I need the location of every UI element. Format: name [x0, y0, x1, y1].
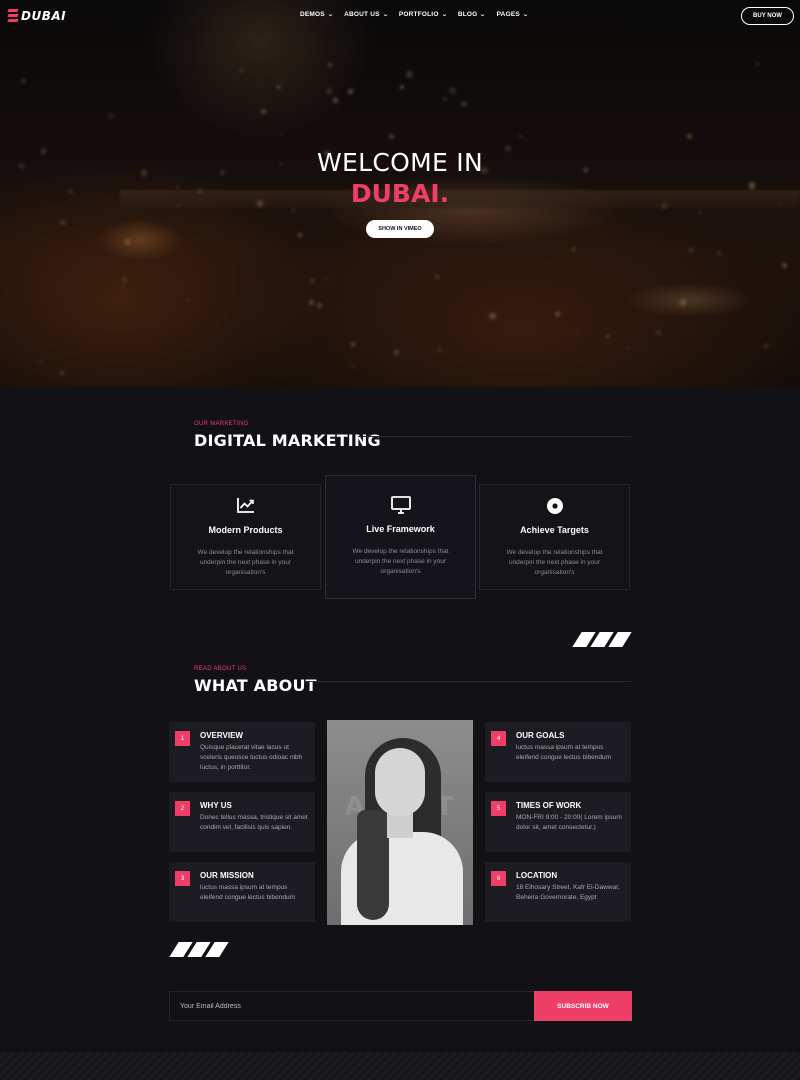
service-card-modern-products[interactable]: Modern Products We develop the relations…: [170, 484, 321, 590]
chevron-down-icon: ⌄: [479, 12, 487, 18]
buy-now-button[interactable]: BUY NOW: [741, 7, 794, 25]
card-number-badge: 2: [175, 801, 190, 816]
card-description: Donec tellus massa, tristique sit amet c…: [200, 814, 308, 831]
marketing-title-rule: [358, 436, 631, 437]
footer-pattern-band: [0, 1052, 800, 1080]
about-card-why-us: 2 WHY US Donec tellus massa, tristique s…: [169, 792, 315, 852]
chevron-down-icon: ⌄: [327, 12, 334, 18]
service-card-achieve-targets[interactable]: Achieve Targets We develop the relations…: [479, 484, 630, 590]
decorative-stripes: [169, 942, 229, 957]
card-title: TIMES OF WORK: [516, 801, 582, 810]
menu-item-about-us[interactable]: ABOUT US ⌄: [344, 11, 388, 18]
card-title: OUR MISSION: [200, 871, 254, 880]
service-description: We develop the relationships that underp…: [506, 549, 603, 576]
card-number-badge: 1: [175, 731, 190, 746]
about-card-our-mission: 3 OUR MISSION luctus massa ipsum at temp…: [169, 862, 315, 922]
about-card-our-goals: 4 OUR GOALS luctus massa ipsum at tempus…: [485, 722, 631, 782]
menu-item-portfolio[interactable]: PORTFOLIO ⌄: [399, 11, 447, 18]
card-description: MON-FRI 9:00 - 20:00( Lorem ipsum dolor …: [516, 814, 622, 831]
card-number-badge: 6: [491, 871, 506, 886]
about-card-times-of-work: 5 TIMES OF WORK MON-FRI 9:00 - 20:00( Lo…: [485, 792, 631, 852]
menu-item-blog[interactable]: BLOG ⌄: [458, 11, 486, 18]
top-navigation: DUBAI DEMOS ⌄ ABOUT US ⌄ PORTFOLIO ⌄ BLO…: [0, 0, 800, 32]
menu-item-pages[interactable]: PAGES ⌄: [497, 11, 529, 18]
about-eyebrow: READ ABOUT US: [194, 666, 247, 672]
target-icon: [480, 497, 629, 515]
hero-accent-title: DUBAI.: [350, 179, 450, 208]
subscribe-form: SUBSCRIB NOW: [169, 991, 632, 1021]
show-in-vimeo-button[interactable]: SHOW IN VIMEO: [366, 220, 434, 238]
card-number-badge: 5: [491, 801, 506, 816]
subscribe-button[interactable]: SUBSCRIB NOW: [534, 991, 632, 1021]
card-title: OUR GOALS: [516, 731, 565, 740]
chevron-down-icon: ⌄: [522, 12, 529, 18]
menu-item-label: PORTFOLIO: [398, 11, 439, 18]
card-title: WHY US: [200, 801, 232, 810]
service-card-live-framework[interactable]: Live Framework We develop the relationsh…: [325, 475, 476, 599]
about-card-overview: 1 OVERVIEW Quisque placerat vitae lacus …: [169, 722, 315, 782]
logo-stripes-icon: [7, 9, 19, 23]
card-number-badge: 4: [491, 731, 506, 746]
about-card-location: 6 LOCATION 18 Elhosary Street, Kafr El-D…: [485, 862, 631, 922]
portrait-face: [375, 748, 425, 816]
hero-title: WELCOME IN: [317, 148, 483, 177]
menu-item-label: PAGES: [496, 11, 520, 18]
chevron-down-icon: ⌄: [440, 12, 448, 18]
portrait-hair-side: [357, 810, 389, 920]
team-portrait-image: ABOUT: [327, 720, 473, 925]
chevron-down-icon: ⌄: [381, 12, 389, 18]
card-description: luctus massa ipsum at tempus eleifend co…: [516, 744, 612, 761]
chart-line-icon: [171, 497, 320, 515]
card-title: OVERVIEW: [200, 731, 243, 740]
card-title: LOCATION: [516, 871, 558, 880]
brand-logo[interactable]: DUBAI: [7, 8, 67, 24]
menu-item-label: DEMOS: [300, 11, 325, 18]
logo-text: DUBAI: [21, 9, 67, 23]
email-input[interactable]: [170, 992, 534, 1020]
service-title: Modern Products: [208, 525, 283, 535]
about-title-rule: [306, 681, 631, 682]
menu-item-demos[interactable]: DEMOS ⌄: [300, 11, 334, 18]
menu-item-label: ABOUT US: [344, 11, 380, 18]
card-number-badge: 3: [175, 871, 190, 886]
marketing-title: DIGITAL MARKETING: [194, 431, 381, 450]
service-description: We develop the relationships that underp…: [352, 548, 449, 575]
service-title: Achieve Targets: [520, 525, 589, 535]
card-description: 18 Elhosary Street, Kafr El-Dawwar, Behe…: [516, 884, 620, 901]
main-menu: DEMOS ⌄ ABOUT US ⌄ PORTFOLIO ⌄ BLOG ⌄ PA…: [300, 11, 529, 18]
card-description: luctus massa ipsum at tempus eleifend co…: [200, 884, 296, 901]
card-description: Quisque placerat vitae lacus ut sceleris…: [200, 744, 303, 771]
monitor-icon: [326, 496, 475, 514]
decorative-stripes: [572, 632, 632, 647]
service-description: We develop the relationships that underp…: [197, 549, 294, 576]
about-title: WHAT ABOUT: [194, 676, 317, 695]
marketing-eyebrow: OUR MARKETING: [194, 421, 249, 427]
menu-item-label: BLOG: [457, 11, 478, 18]
service-title: Live Framework: [366, 524, 435, 534]
